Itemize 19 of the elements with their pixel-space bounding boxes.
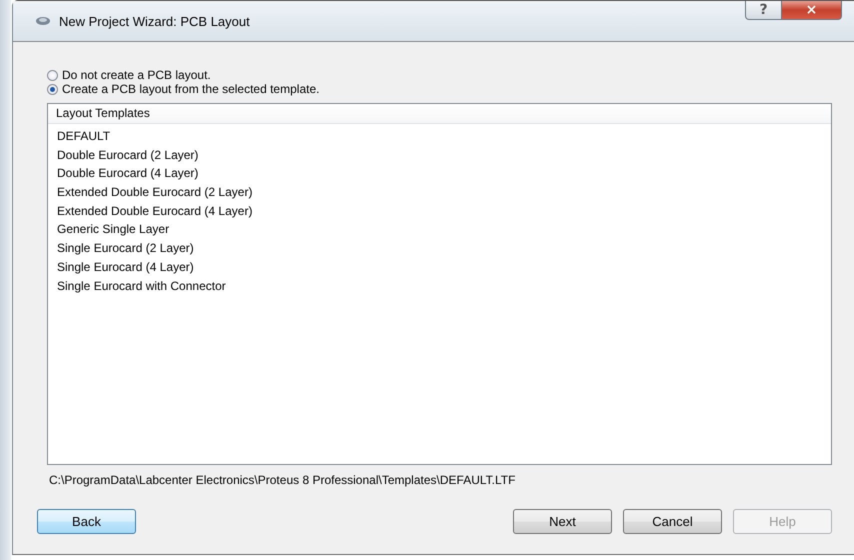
close-button[interactable]: ×	[782, 1, 842, 20]
dialog-button[interactable]: Cancel	[623, 509, 722, 534]
radio-option[interactable]: Create a PCB layout from the selected template.	[47, 82, 320, 96]
app-icon	[35, 15, 51, 27]
template-item[interactable]: Single Eurocard (4 Layer)	[56, 258, 195, 276]
dialog-button[interactable]: Back	[37, 509, 136, 534]
template-item[interactable]: Single Eurocard with Connector	[56, 276, 227, 296]
template-item[interactable]: Single Eurocard (2 Layer)	[56, 239, 195, 258]
dialog-button[interactable]: Next	[513, 509, 612, 534]
help-button[interactable]: ?	[745, 1, 782, 20]
radio-option[interactable]: Do not create a PCB layout.	[47, 68, 211, 82]
template-item[interactable]: Extended Double Eurocard (4 Layer)	[56, 202, 254, 220]
template-item[interactable]: Double Eurocard (4 Layer)	[56, 164, 200, 184]
template-item[interactable]: DEFAULT	[56, 127, 112, 146]
template-item[interactable]: Extended Double Eurocard (2 Layer)	[56, 183, 254, 202]
template-item[interactable]: Double Eurocard (2 Layer)	[56, 146, 200, 164]
template-item[interactable]: Generic Single Layer	[56, 220, 170, 240]
template-path: C:\ProgramData\Labcenter Electronics\Proteus 8 Professional\Templates\DEFAULT.LTF	[48, 473, 516, 487]
window-title: New Project Wizard: PCB Layout	[59, 14, 250, 28]
